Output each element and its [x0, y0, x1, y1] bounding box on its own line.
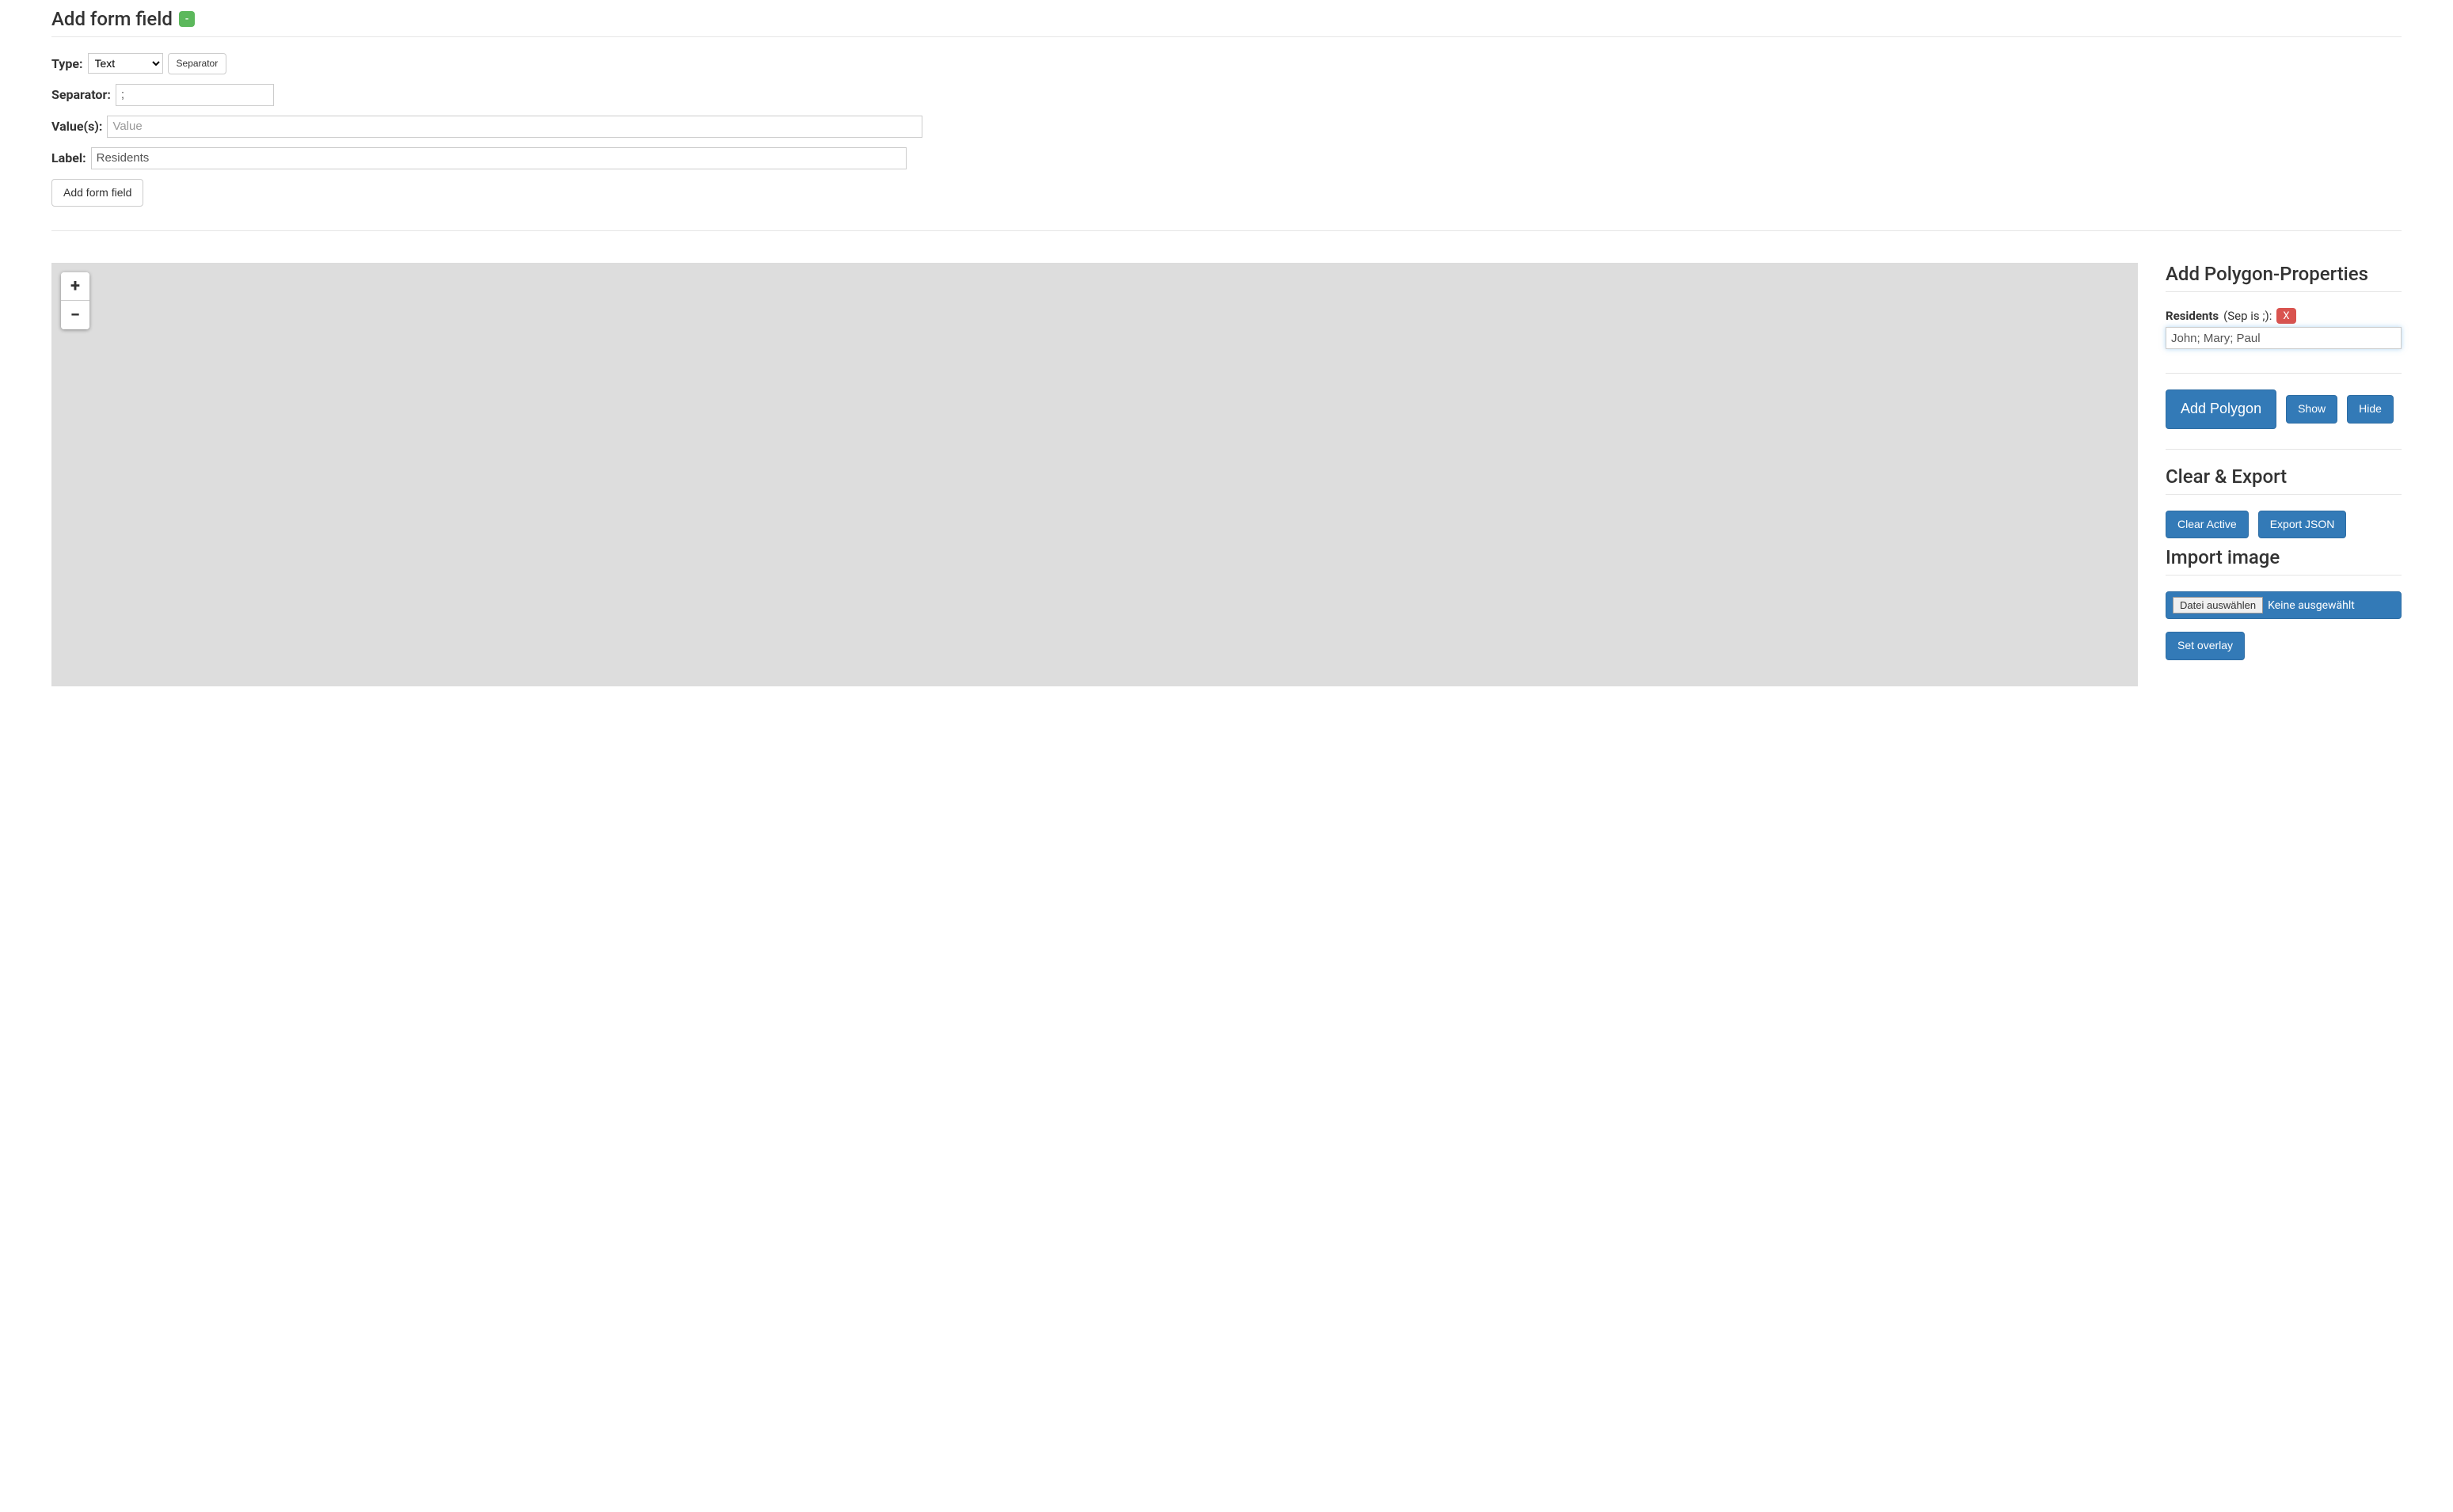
polygon-props-title: Add Polygon-Properties [2166, 263, 2402, 291]
separator-row: Separator: [51, 84, 2402, 106]
values-input[interactable] [107, 116, 922, 138]
add-form-field-header: Add form field - [51, 8, 2402, 36]
type-select[interactable]: Text [88, 53, 163, 74]
sidebar: Add Polygon-Properties Residents (Sep is… [2166, 263, 2402, 686]
label-row: Label: [51, 147, 2402, 169]
residents-label-row: Residents (Sep is ;): X [2166, 308, 2402, 324]
collapse-toggle-badge[interactable]: - [179, 11, 195, 27]
clear-export-row: Clear Active Export JSON [2166, 511, 2402, 539]
values-label: Value(s): [51, 119, 102, 134]
divider [2166, 373, 2402, 374]
type-label: Type: [51, 56, 83, 71]
divider [2166, 575, 2402, 576]
add-form-field-title: Add form field [51, 8, 173, 30]
export-json-button[interactable]: Export JSON [2258, 511, 2347, 539]
divider [2166, 449, 2402, 450]
divider [2166, 494, 2402, 495]
zoom-out-button[interactable]: − [61, 301, 89, 329]
type-row: Type: Text Separator [51, 53, 2402, 74]
divider [51, 36, 2402, 37]
polygon-actions-row: Add Polygon Show Hide [2166, 389, 2402, 428]
label-label: Label: [51, 150, 86, 165]
separator-button[interactable]: Separator [168, 53, 227, 74]
remove-property-badge[interactable]: X [2276, 308, 2295, 324]
label-input[interactable] [91, 147, 907, 169]
clear-active-button[interactable]: Clear Active [2166, 511, 2249, 539]
divider [51, 230, 2402, 231]
show-button[interactable]: Show [2286, 395, 2337, 424]
file-status-text: Keine ausgewählt [2268, 599, 2355, 612]
hide-button[interactable]: Hide [2347, 395, 2394, 424]
map-canvas[interactable]: + − [51, 263, 2138, 686]
choose-file-button[interactable]: Datei auswählen [2173, 597, 2263, 614]
import-image-title: Import image [2166, 546, 2402, 575]
add-polygon-button[interactable]: Add Polygon [2166, 389, 2276, 428]
set-overlay-button[interactable]: Set overlay [2166, 632, 2245, 660]
residents-input[interactable] [2166, 327, 2402, 349]
divider [2166, 291, 2402, 292]
file-input-container[interactable]: Datei auswählen Keine ausgewählt [2166, 591, 2402, 619]
separator-label: Separator: [51, 87, 111, 102]
add-form-field-button[interactable]: Add form field [51, 179, 143, 207]
zoom-controls: + − [61, 272, 89, 329]
residents-label: Residents [2166, 309, 2219, 323]
zoom-in-button[interactable]: + [61, 272, 89, 301]
separator-input[interactable] [116, 84, 274, 106]
clear-export-title: Clear & Export [2166, 465, 2402, 494]
residents-sep-hint: (Sep is ;): [2223, 309, 2272, 323]
values-row: Value(s): [51, 116, 2402, 138]
